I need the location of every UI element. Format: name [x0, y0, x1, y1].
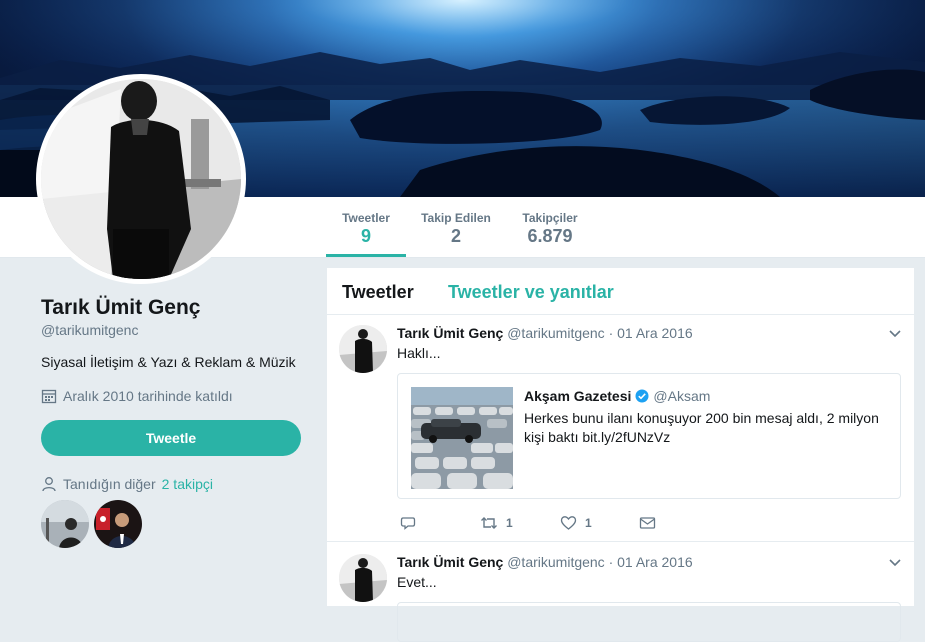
reply-button[interactable]: [400, 515, 416, 531]
quoted-tweet-text: Herkes bunu ilanı konuşuyor 200 bin mesa…: [524, 410, 879, 445]
quoted-tweet[interactable]: Akşam Gazetesi @Aksam Herkes bunu ilanı …: [397, 373, 901, 499]
profile-bio: Siyasal İletişim & Yazı & Reklam & Müzik: [41, 354, 296, 370]
chevron-down-icon[interactable]: [888, 327, 902, 341]
tweet-text: Haklı...: [397, 345, 441, 361]
tweet-author-name[interactable]: Tarık Ümit Genç: [397, 554, 503, 570]
tweet-author-name[interactable]: Tarık Ümit Genç: [397, 325, 503, 341]
profile-joined: Aralık 2010 tarihinde katıldı: [41, 388, 233, 404]
cars-parking-lot-image: [411, 387, 513, 489]
profile-name: Tarık Ümit Genç: [41, 296, 201, 319]
verified-badge-icon: [635, 389, 649, 403]
direct-message-button[interactable]: [639, 515, 656, 531]
profile-joined-text: Aralık 2010 tarihinde katıldı: [63, 388, 233, 404]
quoted-tweet-image: [411, 387, 513, 489]
quoted-author-handle[interactable]: @Aksam: [653, 388, 710, 404]
retweet-icon: [481, 517, 497, 529]
profile-avatar[interactable]: [36, 74, 246, 284]
tweet-button[interactable]: Tweetle: [41, 420, 301, 456]
tweet-header: Tarık Ümit Genç @tarikumitgenc · 01 Ara …: [397, 554, 693, 570]
retweet-button[interactable]: 1: [480, 515, 513, 531]
timeline: Tweetler Tweetler ve yanıtlar Tarık Ümit…: [327, 268, 914, 642]
follower-avatar[interactable]: [94, 500, 142, 548]
tweet-date[interactable]: · 01 Ara 2016: [609, 554, 693, 570]
avatar-person-image: [41, 79, 241, 279]
stat-tweets[interactable]: Tweetler 9: [326, 197, 406, 257]
retweet-count: 1: [506, 516, 513, 530]
stat-followers[interactable]: Takipçiler 6.879: [515, 197, 585, 257]
stat-followers-label: Takipçiler: [522, 211, 578, 225]
followers-you-know-link[interactable]: 2 takipçi: [162, 476, 213, 492]
tweet-actions: 1 1: [397, 515, 857, 535]
like-button[interactable]: 1: [560, 515, 592, 531]
followers-you-know: Tanıdığın diğer 2 takipçi: [41, 476, 213, 492]
tweet-avatar-image: [339, 325, 387, 373]
quoted-tweet-header: Akşam Gazetesi @Aksam: [524, 388, 710, 404]
stat-tweets-value: 9: [360, 226, 371, 246]
tweet[interactable]: Tarık Ümit Genç @tarikumitgenc · 01 Ara …: [327, 544, 914, 642]
envelope-icon: [639, 517, 656, 529]
tweet-text: Evet...: [397, 574, 437, 590]
calendar-icon: [41, 389, 57, 404]
tweet[interactable]: Tarık Ümit Genç @tarikumitgenc · 01 Ara …: [327, 315, 914, 542]
heart-icon: [560, 516, 577, 530]
quoted-tweet[interactable]: [397, 602, 901, 642]
tweet-avatar[interactable]: [339, 325, 387, 373]
follower-avatar-image: [41, 500, 89, 548]
stat-following-value: 2: [450, 226, 461, 246]
avatar-photo: [41, 79, 241, 279]
stat-tweets-label: Tweetler: [342, 211, 390, 225]
stat-following-label: Takip Edilen: [421, 211, 491, 225]
like-count: 1: [585, 516, 592, 530]
chevron-down-icon[interactable]: [888, 556, 902, 570]
stat-followers-value: 6.879: [527, 226, 573, 246]
reply-icon: [400, 517, 416, 530]
tweet-avatar[interactable]: [339, 554, 387, 602]
quoted-author-name[interactable]: Akşam Gazetesi: [524, 388, 631, 404]
follower-avatar-image: [94, 500, 142, 548]
stat-following[interactable]: Takip Edilen 2: [417, 197, 495, 257]
tweet-author-handle[interactable]: @tarikumitgenc: [507, 325, 604, 341]
tweet-date[interactable]: · 01 Ara 2016: [609, 325, 693, 341]
tweet-author-handle[interactable]: @tarikumitgenc: [507, 554, 604, 570]
tweet-avatar-image: [339, 554, 387, 602]
profile-handle[interactable]: @tarikumitgenc: [41, 322, 138, 338]
followers-you-know-prefix: Tanıdığın diğer: [63, 476, 156, 492]
person-icon: [42, 477, 56, 492]
tab-tweets-and-replies[interactable]: Tweetler ve yanıtlar: [448, 282, 614, 303]
tab-tweets[interactable]: Tweetler: [342, 282, 414, 303]
tweet-header: Tarık Ümit Genç @tarikumitgenc · 01 Ara …: [397, 325, 693, 341]
follower-avatar[interactable]: [41, 500, 89, 548]
timeline-tabs: Tweetler Tweetler ve yanıtlar: [327, 268, 914, 315]
